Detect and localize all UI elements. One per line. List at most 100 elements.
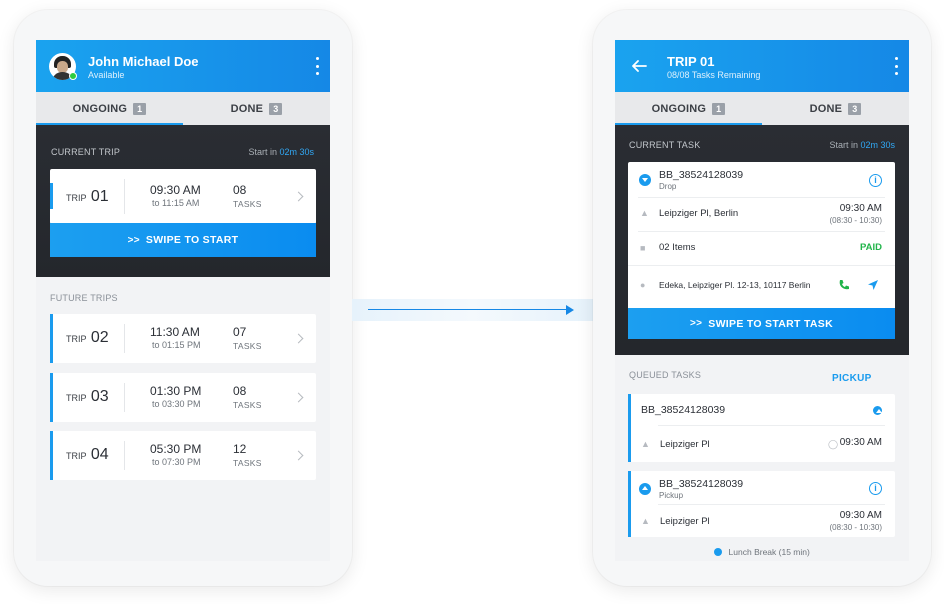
trip-task-label: TASKS [233,458,262,468]
package-icon: ■ [640,243,646,253]
card-divider [124,179,125,214]
flow-arrow-line [368,309,568,311]
pickup-icon [639,483,651,495]
tab-bar: ONGOING 1 DONE 3 [615,92,909,125]
task-time: 09:30 AM [839,203,882,214]
tab-done[interactable]: DONE 3 [762,92,909,125]
queued-task-card[interactable]: BB_38524128039 Pickup i ▲ Leipziger Pl 0… [628,471,895,537]
tab-ongoing[interactable]: ONGOING 1 [615,92,762,125]
map-pin-icon: ● [640,280,646,290]
start-in-prefix: Start in [829,140,858,150]
trip-prefix: TRIP [66,193,87,203]
clock-icon: ◯ [828,439,839,449]
task-id: BB_38524128039 [659,478,744,490]
task-accent-bar [628,471,631,537]
task-window: (08:30 - 10:30) [829,216,882,225]
trip-start-time: 01:30 PM [150,384,202,398]
task-window: (08:30 - 10:30) [829,523,882,532]
drop-icon [639,174,651,186]
trip-accent-bar [50,431,53,480]
pickup-filter-link[interactable]: PICKUP [832,373,872,384]
trip-start-time: 09:30 AM [150,183,201,197]
trip-end-time: to 03:30 PM [152,399,201,409]
swipe-to-start-task-button[interactable]: >> SWIPE TO START TASK [628,308,895,339]
app-bar: TRIP 01 08/08 Tasks Remaining [615,40,909,92]
row-divider [658,504,885,505]
lunch-break-marker: Lunch Break (15 min) [615,547,909,557]
card-divider [124,441,125,470]
current-trip-label: CURRENT TRIP [51,147,121,157]
current-trip-card[interactable]: TRIP 01 09:30 AM to 11:15 AM 08 TASKS [50,169,316,224]
queued-task-card[interactable]: BB_38524128039 ▲ Leipziger Pl ◯ 09:30 AM [628,394,895,462]
tab-done-label: DONE [230,102,264,115]
row-divider [638,197,885,198]
navigate-icon[interactable] [867,279,879,291]
trip-number: 03 [90,388,109,405]
task-time: 09:30 AM [839,510,882,521]
trip-title: TRIP 01 [667,54,715,69]
start-in-prefix: Start in [248,147,277,157]
tab-ongoing-label: ONGOING [651,102,707,115]
swipe-label: SWIPE TO START [145,234,239,246]
current-task-panel: CURRENT TASK Start in 02m 30s BB_3852412… [615,125,909,355]
trip-number: 04 [90,446,109,463]
trip-detail-screen: TRIP 01 08/08 Tasks Remaining ONGOING 1 … [615,40,909,561]
user-status: Available [88,70,125,80]
current-task-label: CURRENT TASK [629,140,701,150]
task-items: 02 Items [659,242,696,253]
left-phone: John Michael Doe Available ONGOING 1 DON… [14,10,352,586]
tab-done[interactable]: DONE 3 [183,92,330,125]
future-trip-card[interactable]: TRIP 04 05:30 PM to 07:30 PM 12 TASKS [50,431,316,480]
trip-prefix: TRIP [66,393,87,403]
trip-start-time: 11:30 AM [150,325,200,339]
tab-ongoing-count: 1 [712,102,726,115]
swipe-label: SWIPE TO START TASK [708,317,833,330]
trip-task-count: 08 [233,384,247,398]
payment-status-badge: PAID [860,242,882,253]
trip-task-count: 07 [233,325,247,339]
app-bar: John Michael Doe Available [36,40,330,92]
trip-end-time: to 11:15 AM [152,198,200,208]
queued-tasks-label: QUEUED TASKS [629,370,702,380]
current-trip-panel: CURRENT TRIP Start in 02m 30s TRIP 01 09… [36,125,330,277]
trip-number: 02 [90,329,109,346]
phone-call-icon[interactable] [838,279,850,291]
trips-screen: John Michael Doe Available ONGOING 1 DON… [36,40,330,561]
right-phone: TRIP 01 08/08 Tasks Remaining ONGOING 1 … [593,10,931,586]
trip-label: TRIP 01 [66,188,109,206]
user-name: John Michael Doe [88,54,199,69]
tab-ongoing[interactable]: ONGOING 1 [36,92,183,125]
chevron-right-icon [293,191,304,202]
trip-task-count: 12 [233,442,247,456]
task-id: BB_38524128039 [641,404,726,416]
task-location: Leipziger Pl, Berlin [659,208,739,219]
info-icon[interactable]: i [869,482,882,495]
start-countdown: Start in 02m 30s [248,147,314,157]
tab-done-label: DONE [809,102,843,115]
available-status-icon [69,72,77,80]
tab-bar: ONGOING 1 DONE 3 [36,92,330,125]
tab-done-count: 3 [269,102,283,115]
more-menu-icon[interactable] [314,57,320,75]
start-in-value: 02m 30s [860,140,895,150]
location-pin-icon: ▲ [641,439,650,449]
tab-ongoing-count: 1 [133,102,147,115]
info-icon[interactable]: i [869,174,882,187]
pickup-icon [873,406,882,415]
trip-task-label: TASKS [233,341,262,351]
trip-prefix: TRIP [66,451,87,461]
swipe-to-start-button[interactable]: >> SWIPE TO START [50,223,316,257]
trip-task-label: TASKS [233,199,262,209]
trip-label: TRIP 04 [66,446,109,464]
trip-label: TRIP 02 [66,329,109,347]
task-type: Drop [659,182,677,191]
task-accent-bar [628,394,631,462]
future-trip-card[interactable]: TRIP 02 11:30 AM to 01:15 PM 07 TASKS [50,314,316,363]
more-menu-icon[interactable] [893,57,899,75]
future-trips-label: FUTURE TRIPS [50,293,118,303]
task-time: 09:30 AM [839,437,882,448]
start-countdown: Start in 02m 30s [829,140,895,150]
task-type: Pickup [659,491,684,500]
future-trip-card[interactable]: TRIP 03 01:30 PM to 03:30 PM 08 TASKS [50,373,316,422]
back-arrow-icon[interactable] [631,58,647,74]
